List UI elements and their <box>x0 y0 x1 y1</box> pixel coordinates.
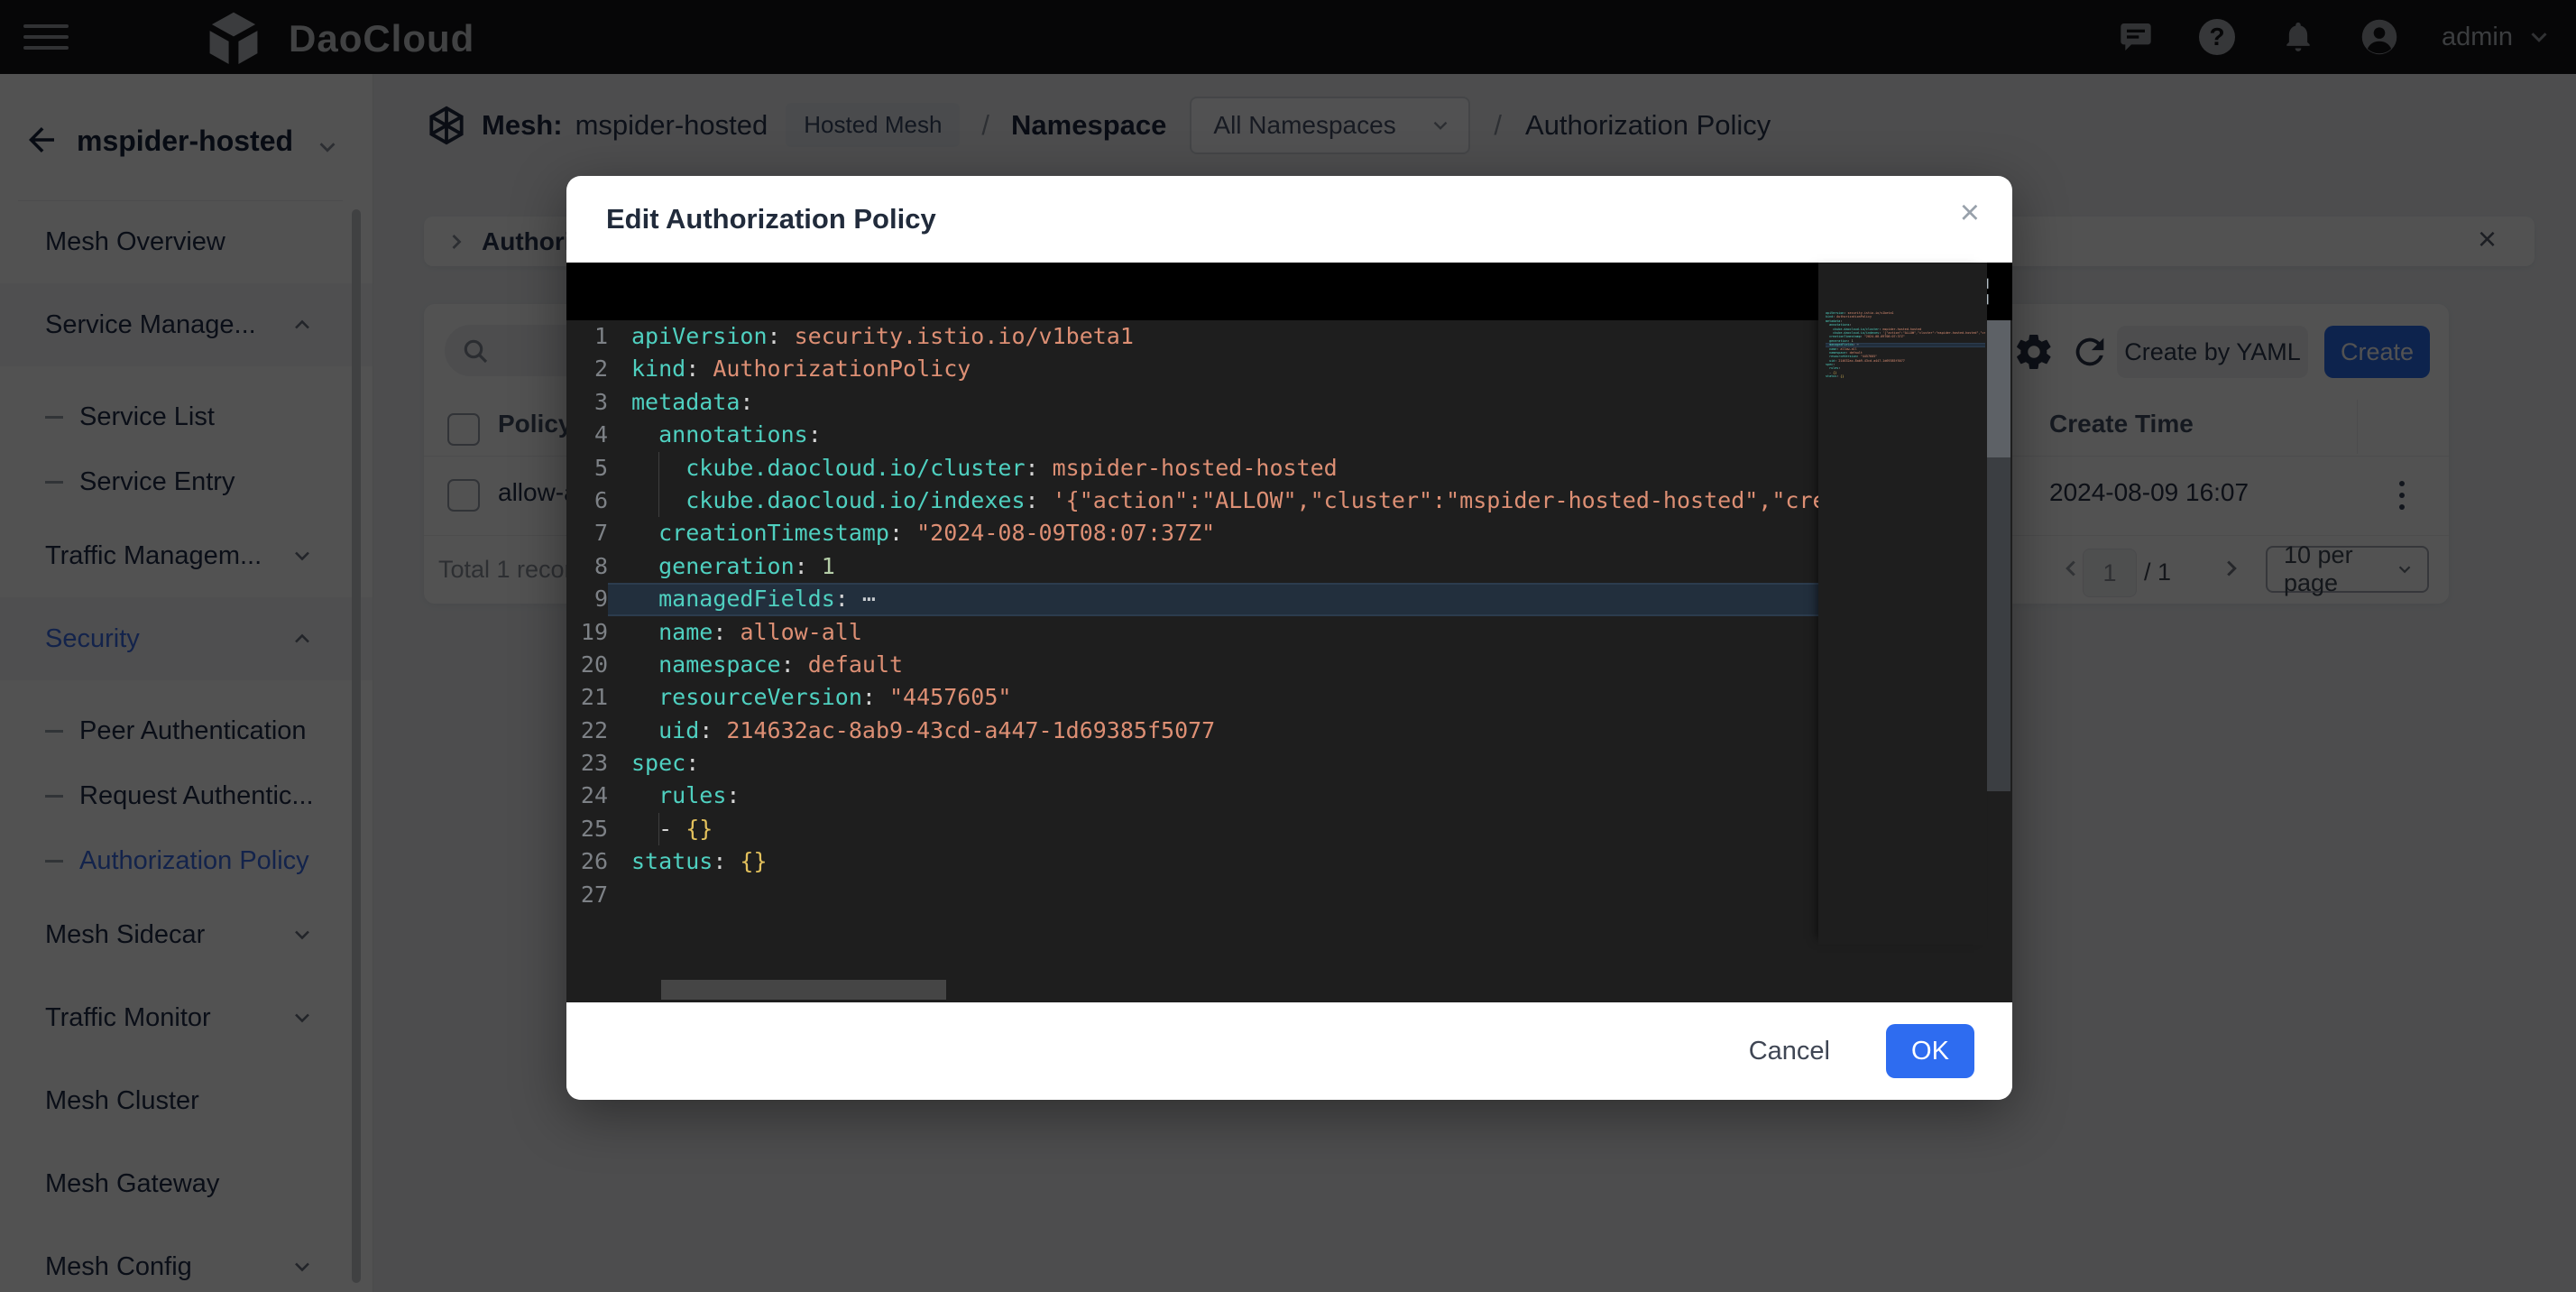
code-line-1: 1 apiVersion: security.istio.io/v1beta1 <box>566 320 1818 353</box>
fold-gutter <box>608 780 631 812</box>
code-line-3: 3 metadata: <box>566 386 1818 419</box>
code-text: resourceVersion: "4457605" <box>631 681 1818 714</box>
line-number: 24 <box>566 780 608 812</box>
app-root: DaoCloud ? admin mspider-hosted <box>0 0 2576 1292</box>
code-line-2: 2 kind: AuthorizationPolicy <box>566 353 1818 385</box>
code-line-27: 27 <box>1826 379 1985 383</box>
line-number: 9 <box>566 583 608 615</box>
fold-gutter <box>608 484 631 517</box>
code-text: managedFields: ⋯ <box>631 583 1818 615</box>
minimap-code: 1apiVersion: security.istio.io/v1beta12k… <box>1826 311 1985 383</box>
edit-authorization-policy-modal: Edit Authorization Policy × 1 apiVersion:… <box>566 176 2012 1100</box>
code-text: ckube.daocloud.io/cluster: mspider-hoste… <box>631 452 1818 484</box>
code-text: ckube.daocloud.io/indexes: '{"action":"A… <box>631 484 1818 517</box>
code-text <box>631 879 1818 911</box>
line-number: 22 <box>566 715 608 747</box>
code-line-7: 7 creationTimestamp: "2024-08-09T08:07:3… <box>566 517 1818 549</box>
code-text: creationTimestamp: "2024-08-09T08:07:37Z… <box>631 517 1818 549</box>
code-text: apiVersion: security.istio.io/v1beta1 <box>631 320 1818 353</box>
fold-gutter <box>608 681 631 714</box>
code-line-20: 20 namespace: default <box>566 649 1818 681</box>
code-text: - {} <box>631 813 1818 845</box>
fold-gutter <box>608 320 631 353</box>
line-number: 20 <box>566 649 608 681</box>
indent-guide <box>658 484 659 517</box>
vertical-scrollbar-thumb[interactable] <box>1987 320 2010 457</box>
code-text: namespace: default <box>631 649 1818 681</box>
code-text: uid: 214632ac-8ab9-43cd-a447-1d69385f507… <box>631 715 1818 747</box>
fold-gutter <box>608 386 631 419</box>
code-text: annotations: <box>631 419 1818 451</box>
minimap[interactable]: 1apiVersion: security.istio.io/v1beta12k… <box>1818 263 1987 945</box>
code-text: rules: <box>631 780 1818 812</box>
code-text: generation: 1 <box>631 550 1818 583</box>
fold-gutter <box>608 715 631 747</box>
line-number: 5 <box>566 452 608 484</box>
yaml-code-editor[interactable]: 1 apiVersion: security.istio.io/v1beta1 2k… <box>566 263 2012 1002</box>
code-text: kind: AuthorizationPolicy <box>631 353 1818 385</box>
cancel-button[interactable]: Cancel <box>1743 1036 1835 1067</box>
code-line-25: 25 - {} <box>566 813 1818 845</box>
fold-gutter <box>608 452 631 484</box>
code-line-24: 24 rules: <box>566 780 1818 812</box>
fold-gutter <box>608 813 631 845</box>
code-text: metadata: <box>631 386 1818 419</box>
indent-guide <box>658 813 659 845</box>
line-number: 7 <box>566 517 608 549</box>
code-line-8: 8 generation: 1 <box>566 550 1818 583</box>
code-line-23: 23 spec: <box>566 747 1818 780</box>
fold-gutter <box>608 353 631 385</box>
line-number: 1 <box>566 320 608 353</box>
horizontal-scrollbar-thumb[interactable] <box>661 980 946 1000</box>
code-text: status: {} <box>631 845 1818 878</box>
modal-footer: Cancel OK <box>566 1002 2012 1100</box>
fold-gutter <box>608 550 631 583</box>
line-number: 4 <box>566 419 608 451</box>
code-line-19: 19 name: allow-all <box>566 616 1818 649</box>
code-area[interactable]: 1 apiVersion: security.istio.io/v1beta1 2k… <box>566 320 1818 912</box>
ok-button[interactable]: OK <box>1886 1024 1974 1078</box>
line-number: 6 <box>566 484 608 517</box>
code-line-26: 26 status: {} <box>566 845 1818 878</box>
fold-gutter <box>608 879 631 911</box>
code-line-5: 5 ckube.daocloud.io/cluster: mspider-hos… <box>566 452 1818 484</box>
line-number: 2 <box>566 353 608 385</box>
fold-gutter <box>608 649 631 681</box>
line-number: 21 <box>566 681 608 714</box>
line-number: 26 <box>566 845 608 878</box>
fold-gutter <box>608 845 631 878</box>
close-icon[interactable]: × <box>1960 196 1980 230</box>
code-line-21: 21 resourceVersion: "4457605" <box>566 681 1818 714</box>
code-line-27: 27 <box>566 879 1818 911</box>
modal-title: Edit Authorization Policy <box>606 203 936 235</box>
code-text: spec: <box>631 747 1818 780</box>
code-line-9: 9› managedFields: ⋯ <box>566 583 1818 615</box>
indent-guide <box>658 452 659 484</box>
fold-gutter <box>608 419 631 451</box>
line-number: 23 <box>566 747 608 780</box>
line-number: 8 <box>566 550 608 583</box>
fold-gutter <box>608 616 631 649</box>
line-number: 19 <box>566 616 608 649</box>
code-text <box>1826 379 1985 383</box>
code-text: name: allow-all <box>631 616 1818 649</box>
fold-gutter <box>608 517 631 549</box>
line-number: 27 <box>566 879 608 911</box>
line-number: 3 <box>566 386 608 419</box>
fold-gutter <box>608 747 631 780</box>
line-number: 25 <box>566 813 608 845</box>
code-line-6: 6 ckube.daocloud.io/indexes: '{"action":… <box>566 484 1818 517</box>
editor-toolbar <box>566 263 2012 320</box>
code-line-4: 4 annotations: <box>566 419 1818 451</box>
code-line-22: 22 uid: 214632ac-8ab9-43cd-a447-1d69385f… <box>566 715 1818 747</box>
fold-icon[interactable]: › <box>608 583 631 615</box>
